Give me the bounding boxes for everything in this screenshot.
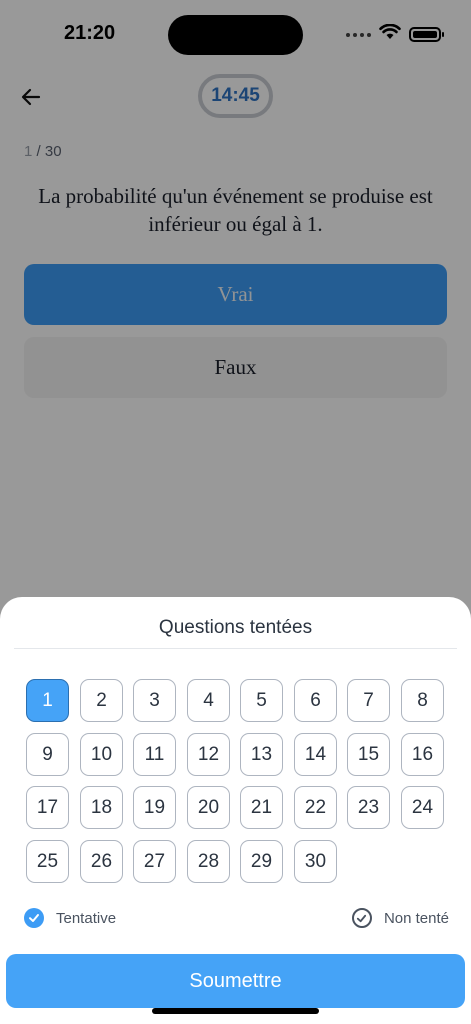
sheet-title: Questions tentées <box>158 617 313 638</box>
legend-not-attempted-label: Non tenté <box>383 909 449 927</box>
question-number-button[interactable]: 2 <box>80 679 123 722</box>
question-number-button[interactable]: 21 <box>240 786 283 829</box>
question-number-button[interactable]: 13 <box>240 733 283 776</box>
question-number-button[interactable]: 9 <box>26 733 69 776</box>
question-number-button[interactable]: 6 <box>294 679 337 722</box>
question-number-button[interactable]: 29 <box>240 840 283 883</box>
question-number-button[interactable]: 22 <box>294 786 337 829</box>
question-number-button[interactable]: 1 <box>26 679 69 722</box>
question-number-button[interactable]: 27 <box>133 840 176 883</box>
legend-attempted-label: Tentative <box>56 909 117 927</box>
check-circle-outline-icon <box>351 908 372 928</box>
question-number-button[interactable]: 7 <box>347 679 390 722</box>
question-number-button[interactable]: 28 <box>187 840 230 883</box>
question-number-button[interactable]: 4 <box>187 679 230 722</box>
question-number-button[interactable]: 18 <box>80 786 123 829</box>
question-number-button[interactable]: 20 <box>187 786 230 829</box>
legend-attempted: Tentative <box>24 908 116 928</box>
divider <box>14 648 457 649</box>
question-number-button[interactable]: 23 <box>347 786 390 829</box>
question-number-button[interactable]: 8 <box>401 679 444 722</box>
question-number-button[interactable]: 12 <box>187 733 230 776</box>
question-number-button[interactable]: 17 <box>26 786 69 829</box>
attempted-questions-sheet: Questions tentées 1 2 3 4 5 6 7 8 9 10 11 12 13 14 15 1… <box>0 597 471 1024</box>
submit-button[interactable]: Soumettre <box>6 954 465 1008</box>
question-number-button[interactable]: 25 <box>26 840 69 883</box>
question-number-button[interactable]: 14 <box>294 733 337 776</box>
question-number-button[interactable]: 15 <box>347 733 390 776</box>
question-number-button[interactable]: 30 <box>294 840 337 883</box>
question-number-button[interactable]: 5 <box>240 679 283 722</box>
legend-not-attempted: Non tenté <box>351 908 449 928</box>
question-number-button[interactable]: 24 <box>401 786 444 829</box>
question-number-button[interactable]: 3 <box>133 679 176 722</box>
home-indicator <box>152 1008 319 1014</box>
check-circle-filled-icon <box>24 908 44 928</box>
question-number-button[interactable]: 11 <box>133 733 176 776</box>
question-number-button[interactable]: 26 <box>80 840 123 883</box>
question-number-button[interactable]: 10 <box>80 733 123 776</box>
question-number-button[interactable]: 16 <box>401 733 444 776</box>
question-number-button[interactable]: 19 <box>133 786 176 829</box>
